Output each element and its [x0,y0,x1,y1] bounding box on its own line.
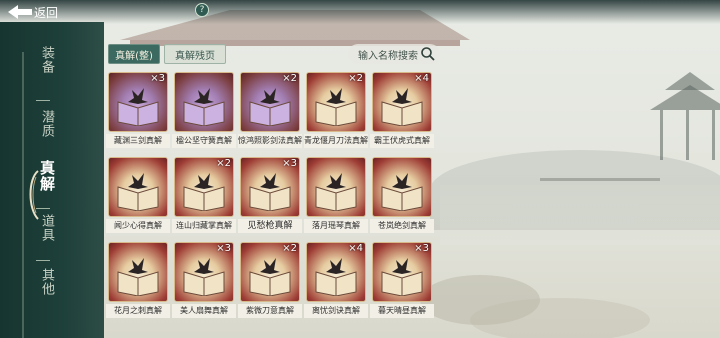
item-card[interactable]: 苍岚绝剑真解 [370,157,434,235]
item-name: 闻少心得真解 [106,219,170,233]
book-icon [315,258,357,296]
nav-separator [36,100,50,101]
search-placeholder: 输入名称搜索 [358,50,418,62]
item-count: ×3 [414,243,429,254]
top-bar: 返回 ? [0,0,720,24]
book-icon [117,173,159,211]
search-input[interactable]: 输入名称搜索 [348,44,440,64]
item-count: ×3 [150,73,165,84]
search-icon[interactable] [420,46,436,62]
book-icon [381,173,423,211]
item-card[interactable]: ×2 连山归藏掌真解 [172,157,236,235]
item-name: 藏渊三剑真解 [106,134,170,148]
item-name: 离忧剑诀真解 [304,304,368,318]
item-card[interactable]: 楹公坚守簧真解 [172,72,236,150]
item-card[interactable]: ×4 离忧剑诀真解 [304,242,368,320]
book-icon [315,88,357,126]
side-nav: 装备 潜质 真解 道具 其他 [0,22,104,338]
nav-item-true-solution[interactable]: 真解 [34,160,56,192]
item-name: 暮天晴昼真解 [370,304,434,318]
nav-item-equipment[interactable]: 装备 [34,46,54,74]
item-count: ×3 [216,243,231,254]
tab-complete[interactable]: 真解(整) [108,44,160,64]
nav-separator [36,208,50,209]
item-count: ×4 [348,243,363,254]
nav-separator [36,260,50,261]
item-name: 花月之刺真解 [106,304,170,318]
item-count: ×2 [282,243,297,254]
book-icon [183,258,225,296]
item-name: 紫微刀意真解 [238,304,302,318]
item-count: ×2 [216,158,231,169]
item-name: 苍岚绝剑真解 [370,219,434,233]
book-icon [381,258,423,296]
item-count: ×3 [282,158,297,169]
item-card[interactable]: ×4 霸王伏虎式真解 [370,72,434,150]
book-icon [183,88,225,126]
item-card[interactable]: ×2 惊鸿照影剑法真解 [238,72,302,150]
inventory-panel: 真解(整) 真解残页 输入名称搜索 ×3 藏渊三剑真解 楹公坚守簧真解 ×2 惊鸿照影剑… [104,40,440,338]
nav-item-props[interactable]: 道具 [34,214,54,242]
item-card[interactable]: ×3 美人扇舞真解 [172,242,236,320]
book-icon [315,173,357,211]
item-name: 楹公坚守簧真解 [172,134,236,148]
book-icon [249,258,291,296]
book-icon [117,258,159,296]
item-card[interactable]: 花月之刺真解 [106,242,170,320]
book-icon [183,173,225,211]
item-count: ×2 [282,73,297,84]
item-count: ×2 [348,73,363,84]
tab-fragments[interactable]: 真解残页 [164,44,226,64]
item-count: ×4 [414,73,429,84]
back-label: 返回 [34,5,59,20]
item-name: 青龙偃月刀法真解 [304,134,368,148]
item-name: 落月瑶琴真解 [304,219,368,233]
item-card[interactable]: 闻少心得真解 [106,157,170,235]
nav-item-other[interactable]: 其他 [34,268,54,296]
item-name: 美人扇舞真解 [172,304,236,318]
item-card[interactable]: ×2 青龙偃月刀法真解 [304,72,368,150]
item-name: 连山归藏掌真解 [172,219,236,233]
item-name: 霸王伏虎式真解 [370,134,434,148]
item-card[interactable]: ×3 暮天晴昼真解 [370,242,434,320]
back-arrow-icon [8,5,32,19]
nav-item-potential[interactable]: 潜质 [34,110,54,138]
book-icon [381,88,423,126]
item-card[interactable]: 落月瑶琴真解 [304,157,368,235]
item-card[interactable]: ×2 紫微刀意真解 [238,242,302,320]
book-icon [249,88,291,126]
item-name: 见愁枪真解 [238,219,302,233]
book-icon [249,173,291,211]
item-name: 惊鸿照影剑法真解 [238,134,302,148]
help-glyph: ? [199,5,205,15]
help-icon[interactable]: ? [195,3,209,17]
item-card[interactable]: ×3 藏渊三剑真解 [106,72,170,150]
item-card[interactable]: ×3 见愁枪真解 [238,157,302,235]
back-button[interactable]: 返回 [4,2,58,22]
book-icon [117,88,159,126]
